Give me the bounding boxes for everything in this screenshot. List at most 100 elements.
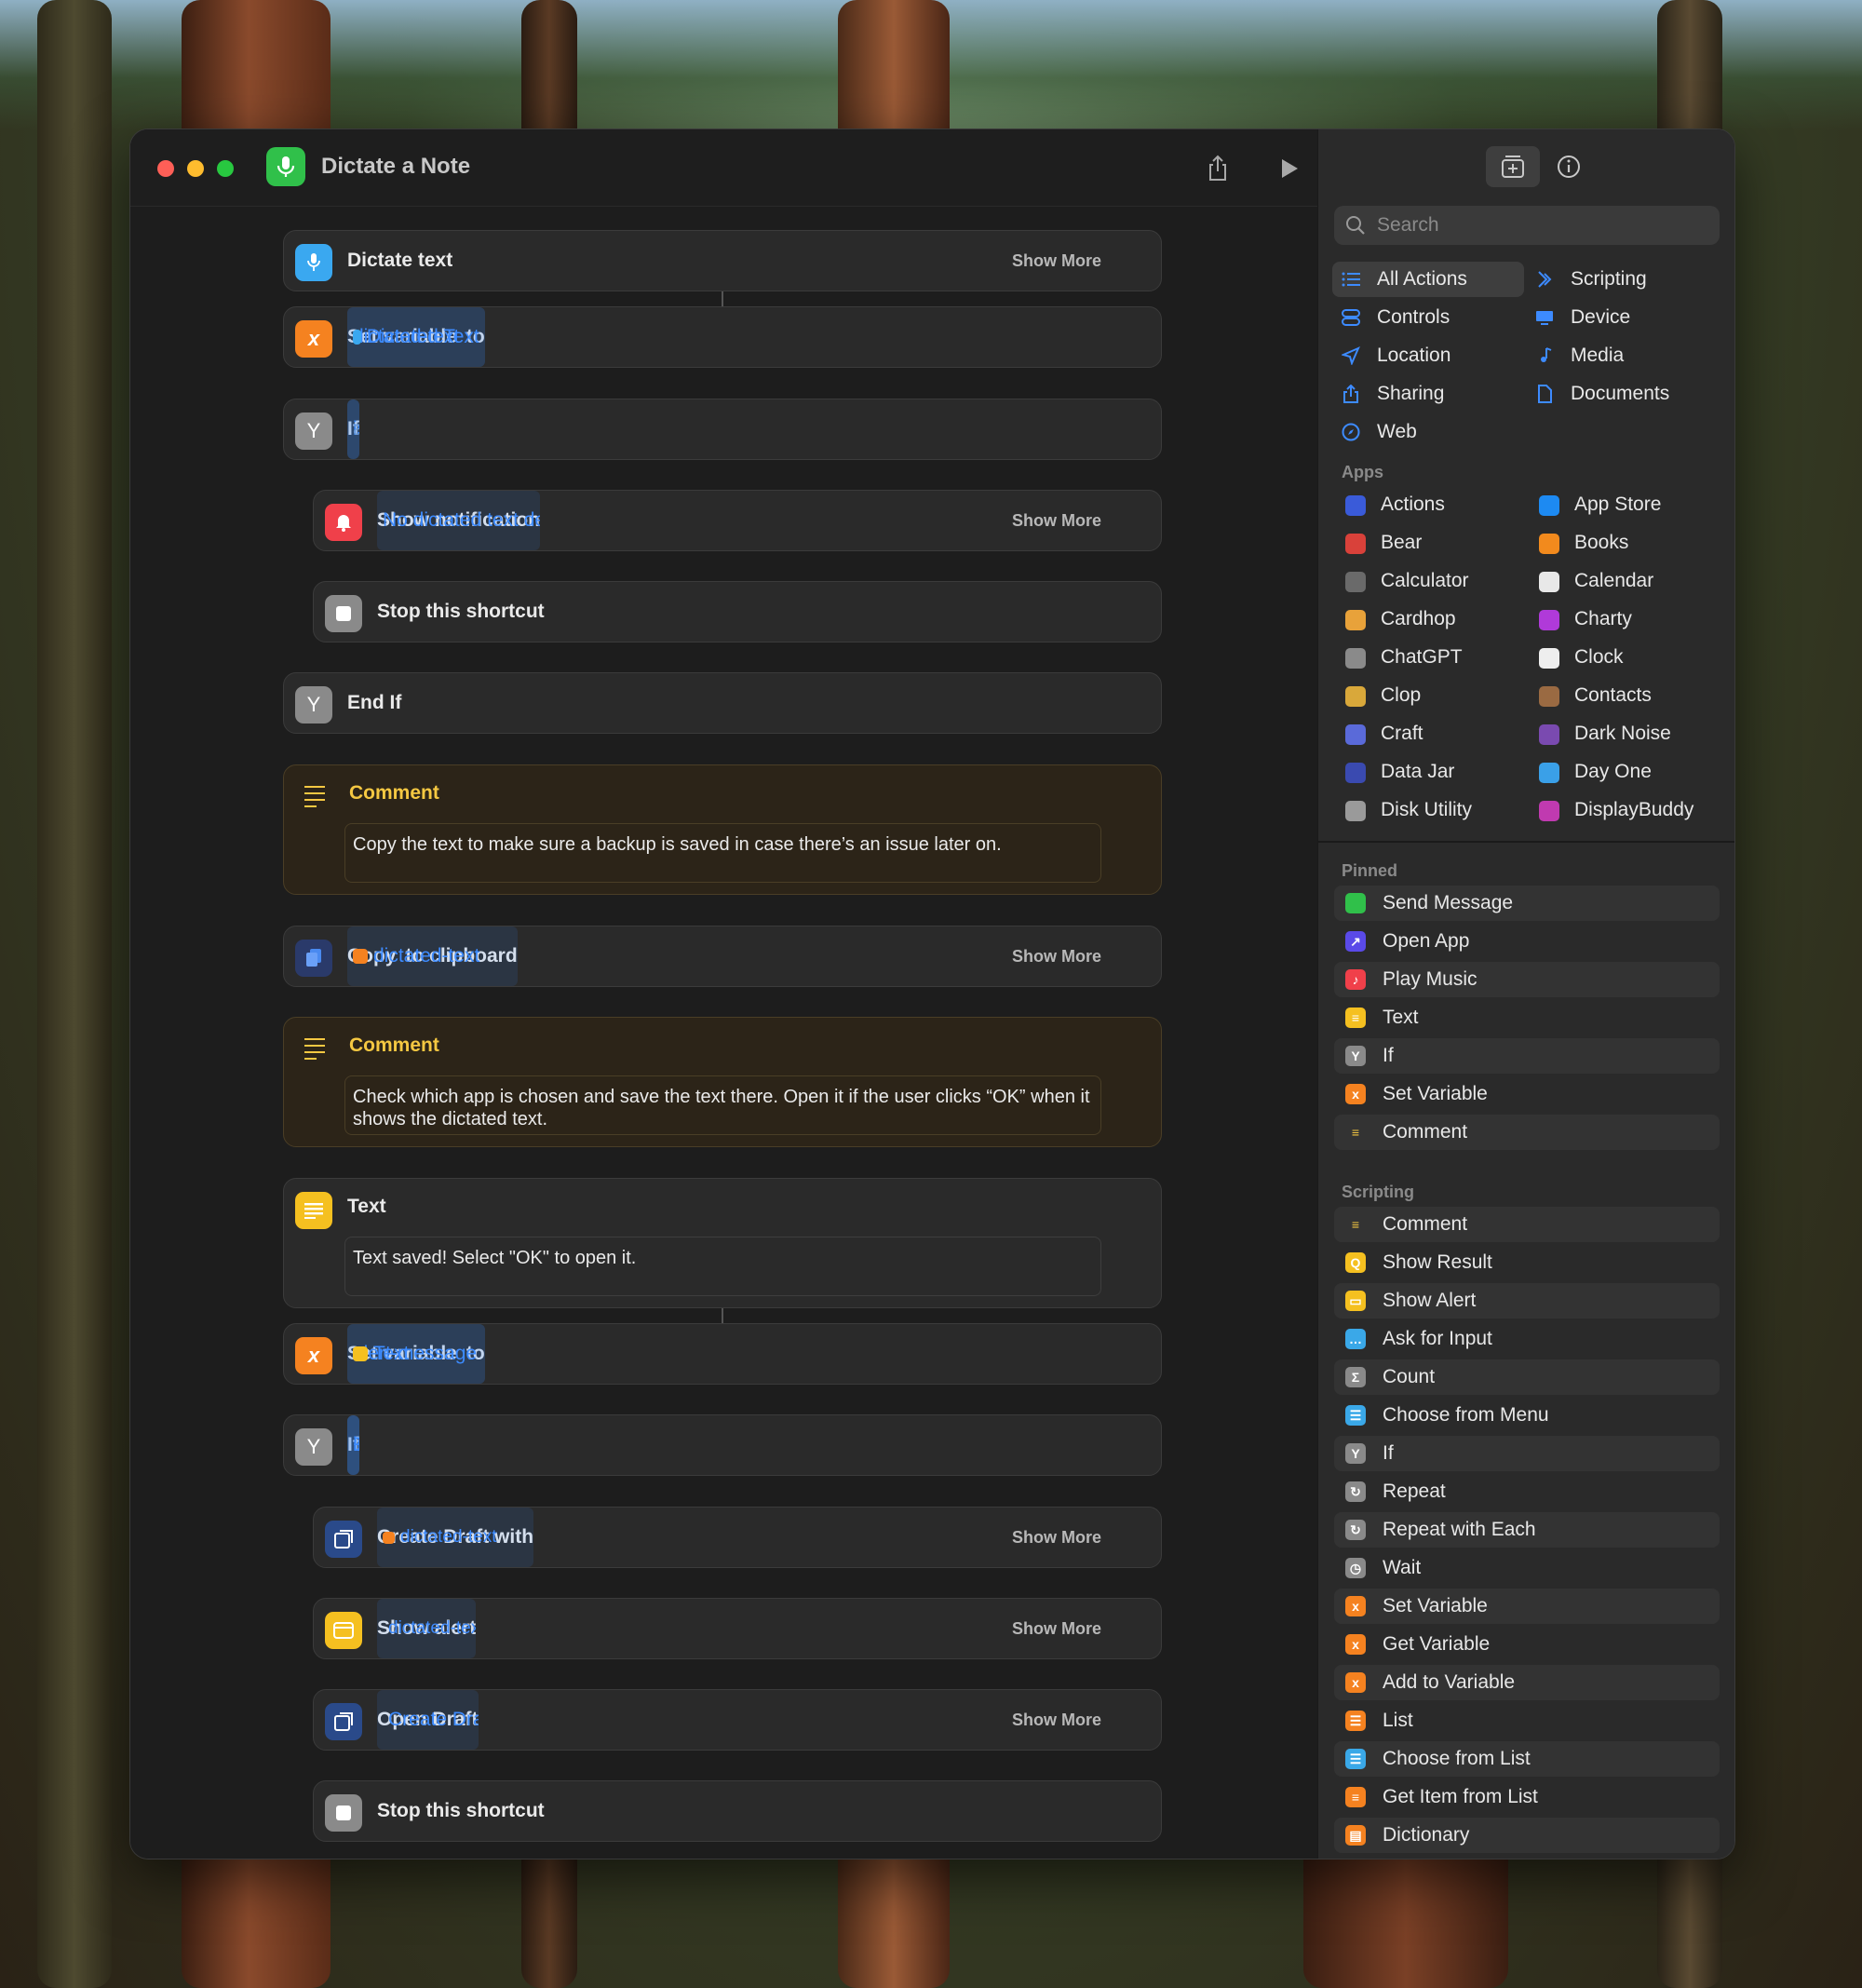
app-item[interactable]: ChatGPT <box>1332 640 1524 675</box>
pinned-item[interactable]: ≡ Comment <box>1334 1115 1720 1150</box>
action-end-if[interactable]: Y End If <box>283 672 1162 734</box>
variable-token[interactable]: dictated-text <box>377 1599 477 1658</box>
scripting-item[interactable]: ☰ Choose from List <box>1334 1741 1720 1777</box>
action-copy-to-clipboard[interactable]: Copy dictated-text to clipboard Show Mor… <box>283 926 1162 987</box>
action-show-alert[interactable]: Show alert dictated-text Show More <box>313 1598 1162 1659</box>
app-item[interactable]: Bear <box>1332 525 1524 561</box>
variable-token[interactable]: dictated-text <box>377 1508 534 1567</box>
app-item[interactable]: Data Jar <box>1332 754 1524 790</box>
scripting-item[interactable]: ▤ Dictionary <box>1334 1818 1720 1853</box>
app-item[interactable]: Actions <box>1332 487 1524 522</box>
scripting-item[interactable]: ◷ Wait <box>1334 1550 1720 1586</box>
scripting-item[interactable]: ≡ Get Item from List <box>1334 1779 1720 1815</box>
action-if[interactable]: Y If chosen-app is Drafts + <box>283 1414 1162 1476</box>
condition-token[interactable]: anything <box>347 399 359 459</box>
pane-divider[interactable] <box>1318 841 1734 843</box>
scripting-item[interactable]: x Add to Variable <box>1334 1665 1720 1700</box>
scripting-item[interactable]: ☰ List <box>1334 1703 1720 1738</box>
category-web[interactable]: Web <box>1332 414 1524 450</box>
search-input[interactable] <box>1375 213 1695 237</box>
scripting-item[interactable]: ▭ Show Alert <box>1334 1283 1720 1319</box>
minimize-button[interactable] <box>187 160 204 177</box>
action-create-draft[interactable]: Create Draft with dictated-text Show Mor… <box>313 1507 1162 1568</box>
dictated-text-token[interactable]: Dictated Text <box>347 307 485 367</box>
zoom-button[interactable] <box>217 160 234 177</box>
pinned-item[interactable]: ♪ Play Music <box>1334 962 1720 997</box>
text-content[interactable]: Text saved! Select "OK" to open it. <box>344 1237 1101 1296</box>
scripting-item[interactable]: ☰ Choose from Menu <box>1334 1398 1720 1433</box>
app-item[interactable]: Cardhop <box>1332 602 1524 637</box>
show-more-button[interactable]: Show More <box>1012 511 1101 531</box>
comment-text[interactable]: Copy the text to make sure a backup is s… <box>344 823 1101 883</box>
scripting-item[interactable]: Y If <box>1334 1436 1720 1471</box>
text-token[interactable]: Text <box>347 1324 485 1384</box>
action-set-variable[interactable]: x Set variable dictated-text to Dictated… <box>283 306 1162 368</box>
app-item[interactable]: Calendar <box>1526 563 1718 599</box>
show-more-button[interactable]: Show More <box>1012 251 1101 271</box>
scripting-item[interactable]: ↻ Repeat <box>1334 1474 1720 1509</box>
category-scripting[interactable]: Scripting <box>1526 262 1718 297</box>
tab-details[interactable] <box>1542 146 1596 187</box>
pinned-item[interactable]: Y If <box>1334 1038 1720 1074</box>
pinned-item[interactable]: ≡ Text <box>1334 1000 1720 1035</box>
action-if[interactable]: Y If dictated-text is anything <box>283 399 1162 460</box>
scripting-item[interactable]: ≡ Comment <box>1334 1207 1720 1242</box>
variable-token[interactable]: dictated-text <box>347 926 518 986</box>
show-more-button[interactable]: Show More <box>1012 1528 1101 1548</box>
scripting-item[interactable]: x Get Variable <box>1334 1627 1720 1662</box>
app-label: Disk Utility <box>1381 799 1472 820</box>
app-item[interactable]: Disk Utility <box>1332 792 1524 828</box>
app-item[interactable]: Books <box>1526 525 1718 561</box>
app-item[interactable]: Charty <box>1526 602 1718 637</box>
action-stop-shortcut[interactable]: Stop this shortcut <box>313 1780 1162 1842</box>
action-label: Comment <box>1383 1213 1468 1235</box>
token-label: Text <box>373 1343 410 1364</box>
app-item[interactable]: Clock <box>1526 640 1718 675</box>
action-icon: ≡ <box>1351 1217 1360 1232</box>
scripting-item[interactable]: Q Show Result <box>1334 1245 1720 1280</box>
action-comment[interactable]: Comment Copy the text to make sure a bac… <box>283 764 1162 895</box>
app-item[interactable]: App Store <box>1526 487 1718 522</box>
scripting-item[interactable]: x Set Variable <box>1334 1589 1720 1624</box>
category-location[interactable]: Location <box>1332 338 1524 373</box>
show-more-button[interactable]: Show More <box>1012 947 1101 967</box>
app-item[interactable]: Dark Noise <box>1526 716 1718 751</box>
app-item[interactable]: Day One <box>1526 754 1718 790</box>
add-condition-button[interactable]: + <box>347 1415 359 1475</box>
message-token[interactable]: No dictated text detected. <box>377 491 540 550</box>
action-open-draft[interactable]: Open Draft Create Draft Show More <box>313 1689 1162 1751</box>
show-more-button[interactable]: Show More <box>1012 1619 1101 1639</box>
action-icon: ▭ <box>1345 1291 1366 1311</box>
app-item[interactable]: Clop <box>1332 678 1524 713</box>
scripting-item[interactable]: Σ Count <box>1334 1359 1720 1395</box>
app-item[interactable]: Calculator <box>1332 563 1524 599</box>
category-media[interactable]: Media <box>1526 338 1718 373</box>
category-device[interactable]: Device <box>1526 300 1718 335</box>
app-item[interactable]: Contacts <box>1526 678 1718 713</box>
show-more-button[interactable]: Show More <box>1012 1711 1101 1730</box>
search-field[interactable] <box>1334 206 1720 245</box>
scripting-item[interactable]: … Ask for Input <box>1334 1321 1720 1357</box>
category-sharing[interactable]: Sharing <box>1332 376 1524 412</box>
action-show-notification[interactable]: Show notification No dictated text detec… <box>313 490 1162 551</box>
pinned-item[interactable]: Send Message <box>1334 886 1720 921</box>
comment-text[interactable]: Check which app is chosen and save the t… <box>344 1075 1101 1135</box>
action-dictate-text[interactable]: Dictate text Show More <box>283 230 1162 291</box>
tab-action-library[interactable] <box>1486 146 1540 187</box>
app-item[interactable]: Craft <box>1332 716 1524 751</box>
action-stop-shortcut[interactable]: Stop this shortcut <box>313 581 1162 642</box>
close-button[interactable] <box>157 160 174 177</box>
category-controls[interactable]: Controls <box>1332 300 1524 335</box>
draft-token[interactable]: Create Draft <box>377 1690 479 1750</box>
run-button[interactable] <box>1269 148 1310 189</box>
category-documents[interactable]: Documents <box>1526 376 1718 412</box>
app-item[interactable]: DisplayBuddy <box>1526 792 1718 828</box>
action-text[interactable]: Text Text saved! Select "OK" to open it. <box>283 1178 1162 1308</box>
share-button[interactable] <box>1197 148 1238 189</box>
category-all-actions[interactable]: All Actions <box>1332 262 1524 297</box>
action-set-variable[interactable]: x Set variable alert-message to Text <box>283 1323 1162 1385</box>
action-comment[interactable]: Comment Check which app is chosen and sa… <box>283 1017 1162 1147</box>
scripting-item[interactable]: ↻ Repeat with Each <box>1334 1512 1720 1548</box>
pinned-item[interactable]: ↗ Open App <box>1334 924 1720 959</box>
pinned-item[interactable]: x Set Variable <box>1334 1076 1720 1112</box>
